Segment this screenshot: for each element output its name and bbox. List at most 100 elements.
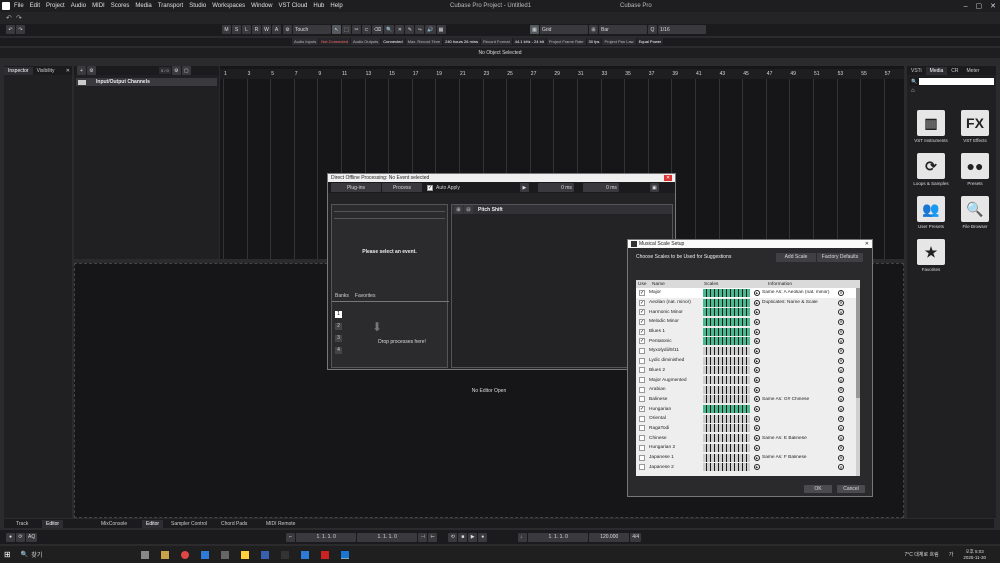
tempo-field[interactable]: 120.000 bbox=[589, 532, 630, 542]
ruler[interactable]: 1 3 5 7 9 11 13 15 17 19 21 23 25 27 29 31 33 35 37 39 41 43 4… bbox=[220, 69, 904, 79]
cycle-record-icon[interactable]: ⟳ bbox=[16, 532, 25, 542]
remove-scale-icon[interactable]: ✕ bbox=[838, 425, 844, 432]
taskbar-app-icon[interactable] bbox=[241, 550, 250, 559]
remove-scale-icon[interactable]: ✕ bbox=[838, 338, 844, 345]
use-checkbox[interactable] bbox=[639, 435, 645, 442]
remove-scale-icon[interactable]: ✕ bbox=[838, 386, 844, 393]
use-checkbox[interactable]: ✓ bbox=[639, 338, 645, 345]
remove-scale-icon[interactable]: ✕ bbox=[838, 318, 844, 325]
home-icon[interactable]: ⌂ bbox=[911, 88, 996, 94]
remove-scale-icon[interactable]: ✕ bbox=[838, 454, 844, 461]
remove-scale-icon[interactable]: ✕ bbox=[838, 464, 844, 471]
use-checkbox[interactable] bbox=[639, 454, 645, 461]
table-row[interactable]: ✓ Melodic Minor ▶ ✕ bbox=[636, 317, 860, 327]
post-crossfade-field[interactable]: 0 ms bbox=[582, 183, 619, 192]
use-checkbox[interactable] bbox=[639, 425, 645, 432]
taskbar-app-icon[interactable] bbox=[181, 550, 190, 559]
remove-scale-icon[interactable]: ✕ bbox=[838, 328, 844, 335]
menu-item-file[interactable]: File bbox=[14, 3, 24, 9]
lower-tab-chord-pads[interactable]: Chord Pads bbox=[217, 520, 251, 528]
track-view-icon[interactable]: ▢ bbox=[181, 66, 191, 75]
mode-button-a[interactable]: A bbox=[272, 25, 281, 34]
use-checkbox[interactable] bbox=[639, 464, 645, 471]
menu-item-edit[interactable]: Edit bbox=[30, 3, 40, 9]
play-tool-icon[interactable]: 🔊 bbox=[425, 25, 436, 34]
snap-type-select[interactable]: Grid bbox=[540, 25, 588, 34]
left-locator-icon[interactable]: ⌐ bbox=[286, 532, 296, 542]
menu-item-window[interactable]: Window bbox=[251, 3, 272, 9]
menu-item-scores[interactable]: Scores bbox=[111, 3, 130, 9]
use-checkbox[interactable] bbox=[639, 444, 645, 451]
remove-scale-icon[interactable]: ✕ bbox=[838, 396, 844, 403]
table-row[interactable]: ✓ Blues 1 ▶ ✕ bbox=[636, 327, 860, 337]
lower-tab-editor[interactable]: Editor bbox=[142, 520, 164, 528]
record-button[interactable]: ● bbox=[478, 532, 488, 542]
undo-icon[interactable]: ↶ bbox=[6, 14, 12, 22]
split-tool-icon[interactable]: ✂ bbox=[352, 25, 361, 34]
remove-scale-icon[interactable]: ✕ bbox=[838, 377, 844, 384]
table-row[interactable]: Balinese ▶ Same As: G# Chinese ✕ bbox=[636, 395, 860, 405]
use-checkbox[interactable]: ✓ bbox=[639, 299, 645, 306]
lower-tab-editor[interactable]: Editor bbox=[42, 520, 64, 528]
taskbar-search-input[interactable]: 찾기 bbox=[31, 550, 91, 559]
auto-apply-checkbox[interactable]: ✓ bbox=[427, 184, 433, 191]
track-presets-icon[interactable]: ⚙ bbox=[87, 66, 96, 75]
play-scale-icon[interactable]: ▶ bbox=[754, 299, 760, 306]
use-checkbox[interactable] bbox=[639, 347, 645, 354]
plugins-button[interactable]: Plug-ins bbox=[331, 183, 381, 192]
punch-in-icon[interactable]: ⊣ bbox=[418, 532, 428, 542]
process-button[interactable]: Process bbox=[382, 183, 422, 192]
taskbar-app-icon[interactable] bbox=[221, 550, 230, 559]
table-row[interactable]: Chinese ▶ Same As: E Balinese ✕ bbox=[636, 433, 860, 443]
bank-button[interactable]: 3 bbox=[335, 335, 342, 342]
table-row[interactable]: ✓ Major ▶ Same As: A Aeolian (nat. minor) ✕ bbox=[636, 288, 860, 298]
use-checkbox[interactable]: ✓ bbox=[639, 318, 645, 325]
zoom-tool-icon[interactable]: 🔍 bbox=[384, 25, 395, 34]
taskbar-app-icon[interactable] bbox=[341, 550, 350, 559]
table-row[interactable]: ✓ Pentatonic ▶ ✕ bbox=[636, 336, 860, 346]
use-checkbox[interactable]: ✓ bbox=[639, 406, 645, 413]
io-channels-folder[interactable]: Input/Output Channels bbox=[96, 79, 150, 85]
taskbar-app-icon[interactable] bbox=[141, 550, 150, 559]
undo-button[interactable]: ↶ bbox=[6, 25, 15, 34]
mute-tool-icon[interactable]: ✕ bbox=[395, 25, 405, 34]
media-item-user-presets[interactable]: 👥 User Presets bbox=[909, 196, 953, 229]
use-checkbox[interactable] bbox=[639, 377, 645, 384]
use-checkbox[interactable] bbox=[639, 357, 645, 364]
remove-scale-icon[interactable]: ✕ bbox=[838, 444, 844, 451]
table-row[interactable]: Arabian ▶ ✕ bbox=[636, 385, 860, 395]
glue-tool-icon[interactable]: ⊂ bbox=[362, 25, 371, 34]
right-tab-cr[interactable]: CR bbox=[947, 67, 962, 75]
play-scale-icon[interactable]: ▶ bbox=[754, 464, 760, 471]
use-checkbox[interactable]: ✓ bbox=[639, 328, 645, 335]
media-item-fx[interactable]: FX VST Effects bbox=[953, 110, 997, 143]
remove-scale-icon[interactable]: ✕ bbox=[838, 406, 844, 413]
menu-item-vst-cloud[interactable]: VST Cloud bbox=[278, 3, 307, 9]
add-scale-button[interactable]: Add Scale bbox=[776, 252, 816, 262]
play-scale-icon[interactable]: ▶ bbox=[754, 425, 760, 432]
stop-button[interactable]: ■ bbox=[458, 532, 468, 542]
mode-button-s[interactable]: S bbox=[232, 25, 241, 34]
mode-button-w[interactable]: W bbox=[262, 25, 271, 34]
punch-out-icon[interactable]: ⊢ bbox=[428, 532, 438, 542]
scale-table-scrollbar[interactable] bbox=[856, 288, 860, 476]
input-language[interactable]: 가 bbox=[949, 551, 954, 558]
taskbar-app-icon[interactable] bbox=[281, 550, 290, 559]
table-row[interactable]: Japanese 2 ▶ ✕ bbox=[636, 462, 860, 472]
menu-item-help[interactable]: Help bbox=[330, 3, 342, 9]
lower-tab-mixconsole[interactable]: MixConsole bbox=[97, 520, 131, 528]
lower-tab-track[interactable]: Track bbox=[12, 520, 32, 528]
table-row[interactable]: Myxolydii/9/11 ▶ ✕ bbox=[636, 346, 860, 356]
snap-icon[interactable]: ▦ bbox=[530, 25, 539, 34]
right-tab-meter[interactable]: Meter bbox=[963, 67, 984, 75]
factory-defaults-button[interactable]: Factory Defaults bbox=[817, 252, 863, 262]
table-row[interactable]: ✓ Harmonic Minor ▶ ✕ bbox=[636, 307, 860, 317]
automation-mode-icon[interactable]: ⚙ bbox=[283, 25, 292, 34]
windows-start-icon[interactable]: ⊞ bbox=[4, 550, 11, 559]
maximize-icon[interactable]: ▢ bbox=[976, 2, 983, 10]
play-scale-icon[interactable]: ▶ bbox=[754, 406, 760, 413]
color-tool-icon[interactable]: ▦ bbox=[436, 25, 446, 34]
menu-item-workspaces[interactable]: Workspaces bbox=[212, 3, 245, 9]
settings-icon[interactable]: ▣ bbox=[649, 183, 659, 192]
draw-tool-icon[interactable]: ✎ bbox=[405, 25, 415, 34]
